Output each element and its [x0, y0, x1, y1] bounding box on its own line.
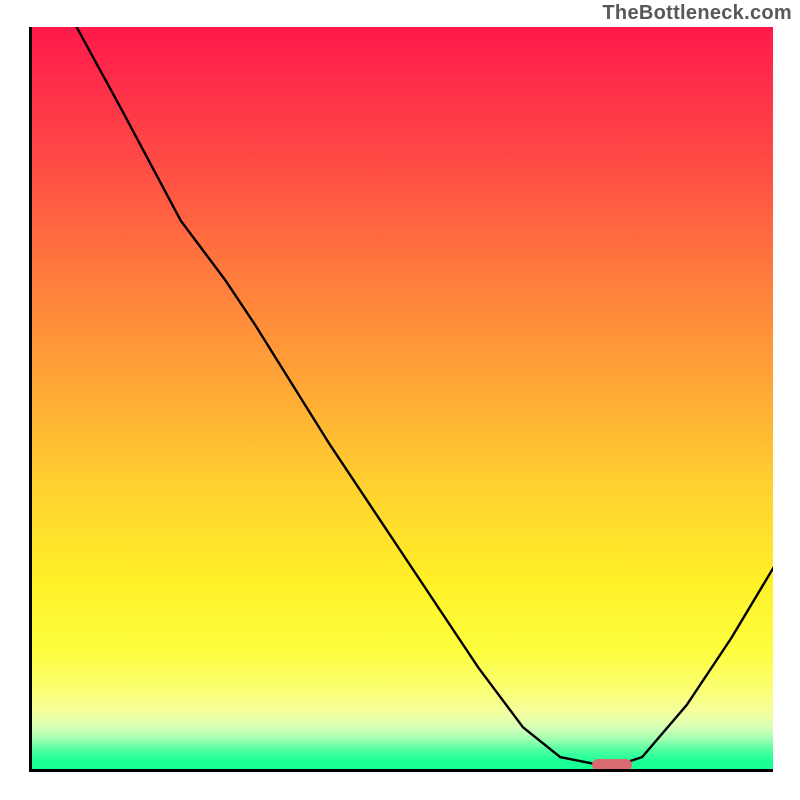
watermark-text: TheBottleneck.com [602, 2, 792, 25]
curve-path [77, 27, 773, 765]
chart-container: TheBottleneck.com [0, 0, 800, 800]
plot-area [29, 27, 773, 772]
curve-svg [32, 27, 773, 772]
bottleneck-marker [592, 759, 632, 771]
